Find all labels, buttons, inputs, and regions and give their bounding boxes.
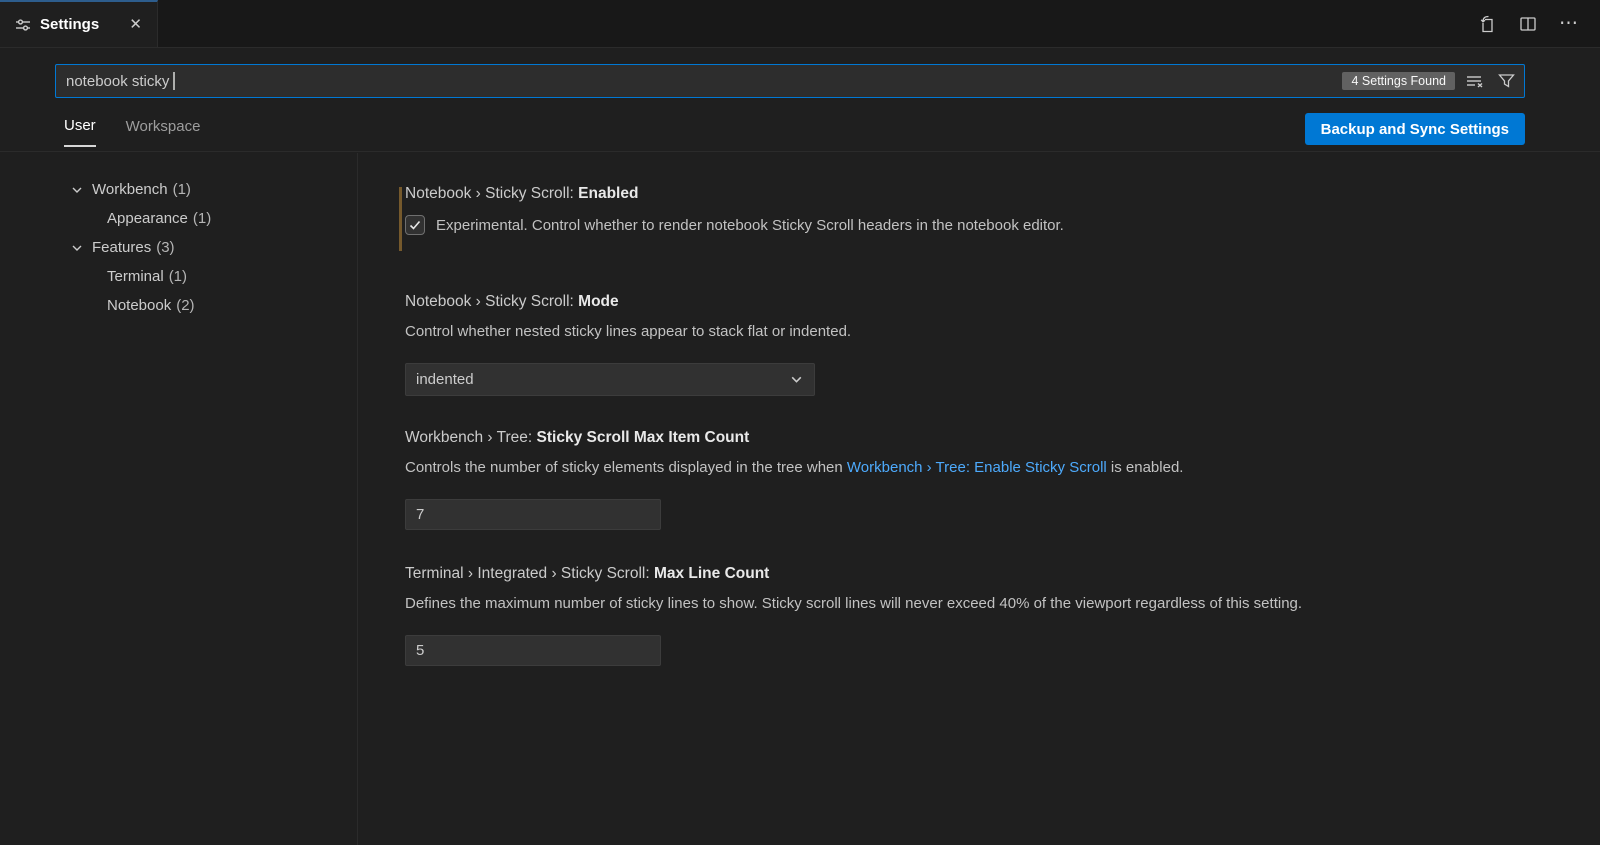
toc-count: (1) xyxy=(169,268,187,285)
settings-sliders-icon xyxy=(15,17,31,33)
max-line-count-input[interactable] xyxy=(405,635,661,666)
scope-tab-user[interactable]: User xyxy=(64,105,96,147)
split-editor-icon[interactable] xyxy=(1515,11,1541,37)
setting-description: Defines the maximum number of sticky lin… xyxy=(405,594,1302,614)
toc-item-terminal[interactable]: Terminal (1) xyxy=(0,262,357,291)
settings-body: Workbench (1) Appearance (1) Features (3… xyxy=(0,153,1600,845)
scope-tabs: User Workspace xyxy=(64,105,200,152)
search-query-text: notebook sticky xyxy=(66,73,169,90)
toc-count: (1) xyxy=(193,210,211,227)
backup-and-sync-settings-button[interactable]: Backup and Sync Settings xyxy=(1305,113,1525,145)
toc-count: (3) xyxy=(156,239,174,256)
setting-title: Notebook › Sticky Scroll: Mode xyxy=(405,293,851,311)
tab-settings[interactable]: Settings ✕ xyxy=(0,0,158,47)
checkbox-checked[interactable] xyxy=(405,215,425,235)
settings-toc: Workbench (1) Appearance (1) Features (3… xyxy=(0,153,358,845)
setting-title: Notebook › Sticky Scroll: Enabled xyxy=(405,185,1064,203)
toc-item-appearance[interactable]: Appearance (1) xyxy=(0,204,357,233)
scope-tab-workspace[interactable]: Workspace xyxy=(126,105,201,147)
toc-item-notebook[interactable]: Notebook (2) xyxy=(0,291,357,320)
mode-select-dropdown[interactable]: indented xyxy=(405,363,815,396)
setting-title: Workbench › Tree: Sticky Scroll Max Item… xyxy=(405,429,1183,447)
setting-tree-sticky-scroll-max-item-count: Workbench › Tree: Sticky Scroll Max Item… xyxy=(405,429,1183,530)
more-actions-icon[interactable]: ⋯ xyxy=(1555,15,1582,33)
setting-notebook-sticky-scroll-mode: Notebook › Sticky Scroll: Mode Control w… xyxy=(405,293,851,396)
toc-count: (2) xyxy=(176,297,194,314)
settings-search-input[interactable]: notebook sticky 4 Settings Found xyxy=(55,64,1525,98)
editor-tab-bar: Settings ✕ ⋯ xyxy=(0,0,1600,48)
text-caret xyxy=(173,72,175,90)
setting-description: Controls the number of sticky elements d… xyxy=(405,458,1183,478)
chevron-down-icon[interactable] xyxy=(70,241,86,255)
setting-terminal-sticky-scroll-max-line-count: Terminal › Integrated › Sticky Scroll: M… xyxy=(405,565,1302,666)
selected-value: indented xyxy=(416,371,789,388)
settings-scope-header: User Workspace Backup and Sync Settings xyxy=(0,105,1600,152)
tab-title: Settings xyxy=(40,16,117,33)
chevron-down-icon xyxy=(789,372,804,387)
setting-description: Control whether nested sticky lines appe… xyxy=(405,322,851,342)
chevron-down-icon[interactable] xyxy=(70,183,86,197)
setting-notebook-sticky-scroll-enabled: Notebook › Sticky Scroll: Enabled Experi… xyxy=(405,185,1064,235)
open-settings-json-icon[interactable] xyxy=(1474,11,1501,38)
clear-search-results-icon[interactable] xyxy=(1463,70,1487,92)
enable-sticky-scroll-link[interactable]: Workbench › Tree: Enable Sticky Scroll xyxy=(847,459,1107,476)
settings-search-row: notebook sticky 4 Settings Found xyxy=(55,64,1525,98)
setting-description: Experimental. Control whether to render … xyxy=(436,217,1064,234)
toc-item-workbench[interactable]: Workbench (1) xyxy=(0,175,357,204)
toc-item-features[interactable]: Features (3) xyxy=(0,233,357,262)
setting-title: Terminal › Integrated › Sticky Scroll: M… xyxy=(405,565,1302,583)
editor-actions: ⋯ xyxy=(1474,0,1582,48)
settings-list: Notebook › Sticky Scroll: Enabled Experi… xyxy=(358,153,1600,845)
close-tab-icon[interactable]: ✕ xyxy=(126,15,145,34)
toc-count: (1) xyxy=(173,181,191,198)
filter-icon[interactable] xyxy=(1495,70,1518,93)
results-count-badge: 4 Settings Found xyxy=(1342,72,1455,90)
modified-indicator xyxy=(399,187,402,251)
max-item-count-input[interactable] xyxy=(405,499,661,530)
